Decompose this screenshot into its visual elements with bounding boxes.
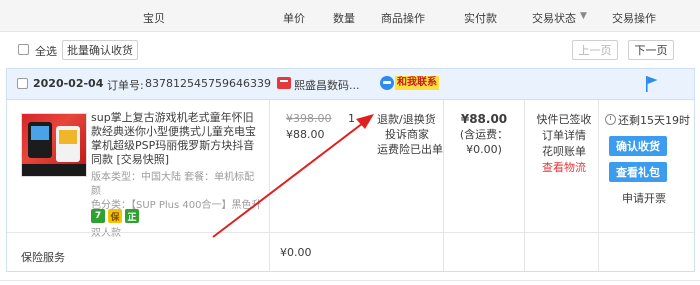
refund-link[interactable]: 退款/退换货: [377, 112, 437, 127]
authentic-icon[interactable]: 正: [125, 209, 139, 223]
order-card: 2020-02-04 订单号: 837812545759646339 熙盛昌数码…: [6, 68, 695, 272]
seven-day-return-icon[interactable]: 7: [91, 209, 105, 223]
product-title-link[interactable]: sup掌上复古游戏机老式童年怀旧款经典迷你小型便携式儿童充电宝掌机超级PSP玛丽…: [91, 111, 264, 167]
order-detail-link[interactable]: 订单详情: [533, 128, 595, 144]
order-number: 837812545759646339: [145, 77, 271, 90]
confirm-receipt-button[interactable]: 确认收货: [609, 136, 667, 156]
insurance-label: 保险服务: [21, 251, 65, 264]
chevron-down-icon[interactable]: ▼: [580, 11, 587, 21]
clock-icon: [605, 114, 616, 125]
order-header: 2020-02-04 订单号: 837812545759646339 熙盛昌数码…: [7, 69, 694, 100]
batch-confirm-button[interactable]: 批量确认收货: [62, 40, 138, 60]
toolbar: 全选 批量确认收货 上一页 下一页: [0, 32, 700, 68]
item-ops: 退款/退换货 投诉商家 运费险已出单: [377, 112, 443, 157]
huabei-bill-link[interactable]: 花呗账单: [533, 144, 595, 160]
column-divider: [524, 100, 525, 271]
column-divider: [443, 100, 444, 271]
status-text: 快件已签收: [536, 113, 592, 126]
view-logistics-link[interactable]: 查看物流: [533, 160, 595, 176]
product-specs: 版本类型：中国大陆 套餐：单机标配 颜 色分类：【SUP Plus 400合一】…: [91, 171, 266, 241]
header-trade-ops: 交易操作: [612, 12, 656, 25]
spec-line: 双人款: [91, 228, 121, 239]
header-item-ops: 商品操作: [381, 12, 425, 25]
flag-icon[interactable]: [645, 75, 659, 93]
insurance-price: ¥0.00: [280, 246, 312, 259]
order-number-label: 订单号:: [107, 79, 144, 92]
bottom-divider: [0, 280, 700, 281]
contact-seller-button[interactable]: 和我联系: [395, 76, 439, 90]
complain-link[interactable]: 投诉商家: [377, 127, 437, 142]
order-checkbox[interactable]: [17, 78, 28, 89]
request-invoice-link[interactable]: 申请开票: [622, 190, 666, 206]
header-quantity: 数量: [333, 12, 355, 25]
shop-icon: [277, 77, 291, 89]
chat-icon[interactable]: [380, 76, 394, 90]
column-divider: [269, 100, 270, 271]
select-all-label[interactable]: 全选: [35, 43, 57, 59]
table-header: 宝贝 单价 数量 商品操作 实付款 交易状态 ▼ 交易操作: [0, 0, 700, 32]
paid-amount: ¥88.00: [460, 112, 508, 126]
row-divider: [7, 232, 694, 233]
shop-name-link[interactable]: 熙盛昌数码...: [294, 77, 360, 93]
guarantee-icon[interactable]: 保: [108, 209, 122, 223]
header-status[interactable]: 交易状态: [532, 10, 576, 26]
column-divider: [598, 100, 599, 271]
order-date: 2020-02-04: [33, 77, 104, 90]
product-image[interactable]: [21, 113, 87, 177]
next-page-button[interactable]: 下一页: [628, 40, 674, 60]
header-item: 宝贝: [143, 12, 165, 25]
remaining-time: 还剩15天19时: [618, 114, 690, 127]
trade-status-cell: 快件已签收 订单详情 花呗账单 查看物流: [533, 112, 595, 176]
paid-amount-cell: ¥88.00 (含运费：¥0.00): [448, 112, 520, 157]
shipping-insurance-link[interactable]: 运费险已出单: [377, 142, 443, 157]
spec-line: 版本类型：中国大陆 套餐：单机标配 颜: [91, 172, 255, 197]
select-all-checkbox[interactable]: [18, 44, 29, 55]
unit-price: ¥88.00: [286, 128, 325, 141]
prev-page-button[interactable]: 上一页: [572, 40, 618, 60]
original-price: ¥398.00: [286, 112, 332, 125]
shipping-fee: (含运费：¥0.00): [459, 128, 509, 156]
header-paid: 实付款: [464, 12, 497, 25]
view-gift-button[interactable]: 查看礼包: [609, 162, 667, 182]
header-unit-price: 单价: [283, 12, 305, 25]
quantity: 1: [348, 112, 355, 125]
